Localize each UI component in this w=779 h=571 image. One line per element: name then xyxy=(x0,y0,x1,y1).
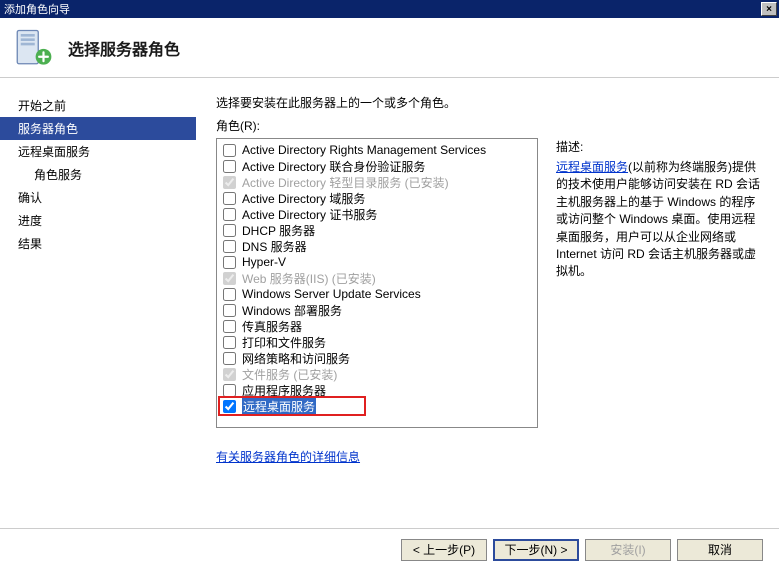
role-label: Hyper-V xyxy=(242,255,286,269)
roles-listbox[interactable]: Active Directory Rights Management Servi… xyxy=(216,138,538,428)
main-content: 选择要安装在此服务器上的一个或多个角色。 角色(R): Active Direc… xyxy=(196,78,779,528)
role-item: Active Directory 轻型目录服务 (已安装) xyxy=(219,174,535,190)
role-item[interactable]: 远程桌面服务 xyxy=(219,398,535,414)
role-item[interactable]: Active Directory 域服务 xyxy=(219,190,535,206)
sidebar-step[interactable]: 进度 xyxy=(0,209,196,232)
role-label: Active Directory 域服务 xyxy=(242,190,365,207)
role-item[interactable]: 网络策略和访问服务 xyxy=(219,350,535,366)
role-checkbox[interactable] xyxy=(223,240,236,253)
role-checkbox[interactable] xyxy=(223,336,236,349)
description-body: (以前称为终端服务)提供的技术使用户能够访问安装在 RD 会话主机服务器上的基于… xyxy=(556,160,760,278)
role-checkbox xyxy=(223,368,236,381)
role-label: 远程桌面服务 xyxy=(242,398,316,415)
role-checkbox[interactable] xyxy=(223,288,236,301)
description-label: 描述: xyxy=(556,138,761,155)
role-label: Active Directory 证书服务 xyxy=(242,206,377,223)
role-item[interactable]: Windows 部署服务 xyxy=(219,302,535,318)
sidebar-step[interactable]: 结果 xyxy=(0,232,196,255)
role-label: Active Directory 联合身份验证服务 xyxy=(242,158,425,175)
server-role-icon xyxy=(12,27,54,69)
role-item[interactable]: 应用程序服务器 xyxy=(219,382,535,398)
role-item[interactable]: Active Directory 证书服务 xyxy=(219,206,535,222)
instruction-text: 选择要安装在此服务器上的一个或多个角色。 xyxy=(216,94,761,111)
role-checkbox[interactable] xyxy=(223,304,236,317)
sidebar-step[interactable]: 开始之前 xyxy=(0,94,196,117)
role-label: DNS 服务器 xyxy=(242,238,307,255)
role-item[interactable]: 打印和文件服务 xyxy=(219,334,535,350)
wizard-footer: < 上一步(P) 下一步(N) > 安装(I) 取消 xyxy=(0,528,779,570)
role-item[interactable]: DNS 服务器 xyxy=(219,238,535,254)
role-item[interactable]: Active Directory 联合身份验证服务 xyxy=(219,158,535,174)
role-label: 网络策略和访问服务 xyxy=(242,350,350,367)
description-text: 远程桌面服务(以前称为终端服务)提供的技术使用户能够访问安装在 RD 会话主机服… xyxy=(556,159,761,281)
roles-label: 角色(R): xyxy=(216,117,761,134)
role-checkbox[interactable] xyxy=(223,352,236,365)
role-checkbox[interactable] xyxy=(223,256,236,269)
role-checkbox[interactable] xyxy=(223,320,236,333)
role-checkbox[interactable] xyxy=(223,208,236,221)
sidebar-step[interactable]: 服务器角色 xyxy=(0,117,196,140)
role-item[interactable]: Active Directory Rights Management Servi… xyxy=(219,142,535,158)
description-link[interactable]: 远程桌面服务 xyxy=(556,160,628,174)
role-checkbox[interactable] xyxy=(223,144,236,157)
role-checkbox[interactable] xyxy=(223,384,236,397)
role-item[interactable]: Hyper-V xyxy=(219,254,535,270)
cancel-button[interactable]: 取消 xyxy=(677,539,763,561)
role-checkbox[interactable] xyxy=(223,160,236,173)
role-label: DHCP 服务器 xyxy=(242,222,315,239)
role-item[interactable]: 传真服务器 xyxy=(219,318,535,334)
role-label: Active Directory 轻型目录服务 (已安装) xyxy=(242,174,449,191)
role-checkbox xyxy=(223,176,236,189)
role-label: Active Directory Rights Management Servi… xyxy=(242,143,486,157)
sidebar-step[interactable]: 确认 xyxy=(0,186,196,209)
role-label: 应用程序服务器 xyxy=(242,382,326,399)
next-button[interactable]: 下一步(N) > xyxy=(493,539,579,561)
role-checkbox xyxy=(223,272,236,285)
title-bar: 添加角色向导 × xyxy=(0,0,779,18)
role-label: Windows Server Update Services xyxy=(242,287,421,301)
role-label: Web 服务器(IIS) (已安装) xyxy=(242,270,376,287)
window-title: 添加角色向导 xyxy=(4,1,761,17)
sidebar-step[interactable]: 角色服务 xyxy=(0,163,196,186)
description-panel: 描述: 远程桌面服务(以前称为终端服务)提供的技术使用户能够访问安装在 RD 会… xyxy=(556,138,761,428)
role-checkbox[interactable] xyxy=(223,400,236,413)
role-checkbox[interactable] xyxy=(223,192,236,205)
role-label: 传真服务器 xyxy=(242,318,302,335)
role-item: 文件服务 (已安装) xyxy=(219,366,535,382)
role-item[interactable]: Windows Server Update Services xyxy=(219,286,535,302)
role-label: Windows 部署服务 xyxy=(242,302,342,319)
sidebar-step[interactable]: 远程桌面服务 xyxy=(0,140,196,163)
role-checkbox[interactable] xyxy=(223,224,236,237)
install-button[interactable]: 安装(I) xyxy=(585,539,671,561)
role-label: 文件服务 (已安装) xyxy=(242,366,337,383)
wizard-steps-sidebar: 开始之前服务器角色远程桌面服务角色服务确认进度结果 xyxy=(0,78,196,528)
wizard-header: 选择服务器角色 xyxy=(0,18,779,78)
role-label: 打印和文件服务 xyxy=(242,334,326,351)
previous-button[interactable]: < 上一步(P) xyxy=(401,539,487,561)
close-button[interactable]: × xyxy=(761,2,777,16)
more-info-link[interactable]: 有关服务器角色的详细信息 xyxy=(216,448,360,465)
role-item[interactable]: DHCP 服务器 xyxy=(219,222,535,238)
role-item: Web 服务器(IIS) (已安装) xyxy=(219,270,535,286)
page-title: 选择服务器角色 xyxy=(68,36,180,60)
